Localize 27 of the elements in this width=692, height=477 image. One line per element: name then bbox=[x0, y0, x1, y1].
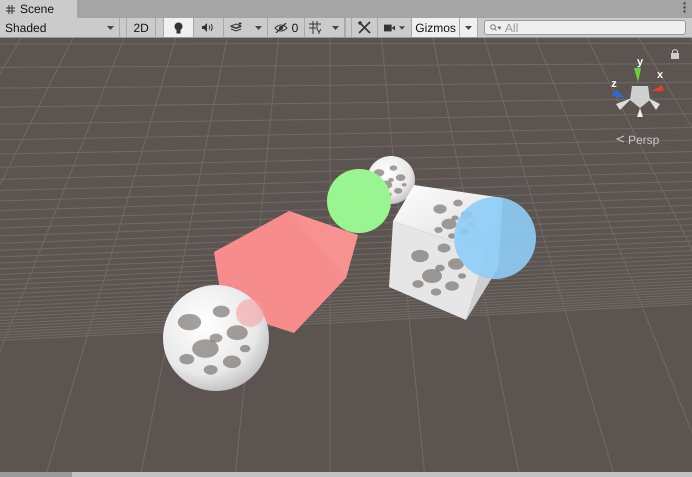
caret-icon bbox=[399, 26, 406, 30]
more-options-icon[interactable] bbox=[683, 2, 686, 13]
axis-label: x bbox=[656, 69, 664, 81]
projection-toggle[interactable]: Persp bbox=[616, 133, 660, 147]
scene-tab[interactable]: Scene bbox=[0, 0, 77, 18]
lightbulb-icon bbox=[174, 22, 183, 34]
caret-icon bbox=[332, 26, 340, 30]
orientation-gizmo bbox=[612, 68, 664, 117]
axis-label: y bbox=[636, 56, 644, 68]
grid-icon bbox=[309, 21, 324, 34]
video-camera-icon bbox=[384, 24, 396, 32]
speaker-icon bbox=[202, 23, 214, 32]
caret-icon bbox=[254, 26, 262, 30]
tools-icon bbox=[358, 21, 372, 34]
search-icon bbox=[490, 24, 501, 32]
lighting-toggle[interactable] bbox=[164, 18, 194, 37]
sphere bbox=[327, 169, 391, 233]
lock-icon bbox=[671, 49, 679, 59]
scrollbar-thumb[interactable] bbox=[0, 472, 72, 477]
caret-icon bbox=[464, 26, 472, 30]
gizmos-toggle[interactable]: Gizmos bbox=[412, 18, 459, 37]
crossed-eye-icon bbox=[274, 22, 288, 32]
gizmos-dropdown[interactable] bbox=[458, 18, 478, 37]
axis-label: z bbox=[611, 78, 617, 90]
caret-icon bbox=[106, 26, 114, 30]
grid-icon bbox=[6, 4, 15, 14]
layers-icon bbox=[230, 22, 244, 33]
